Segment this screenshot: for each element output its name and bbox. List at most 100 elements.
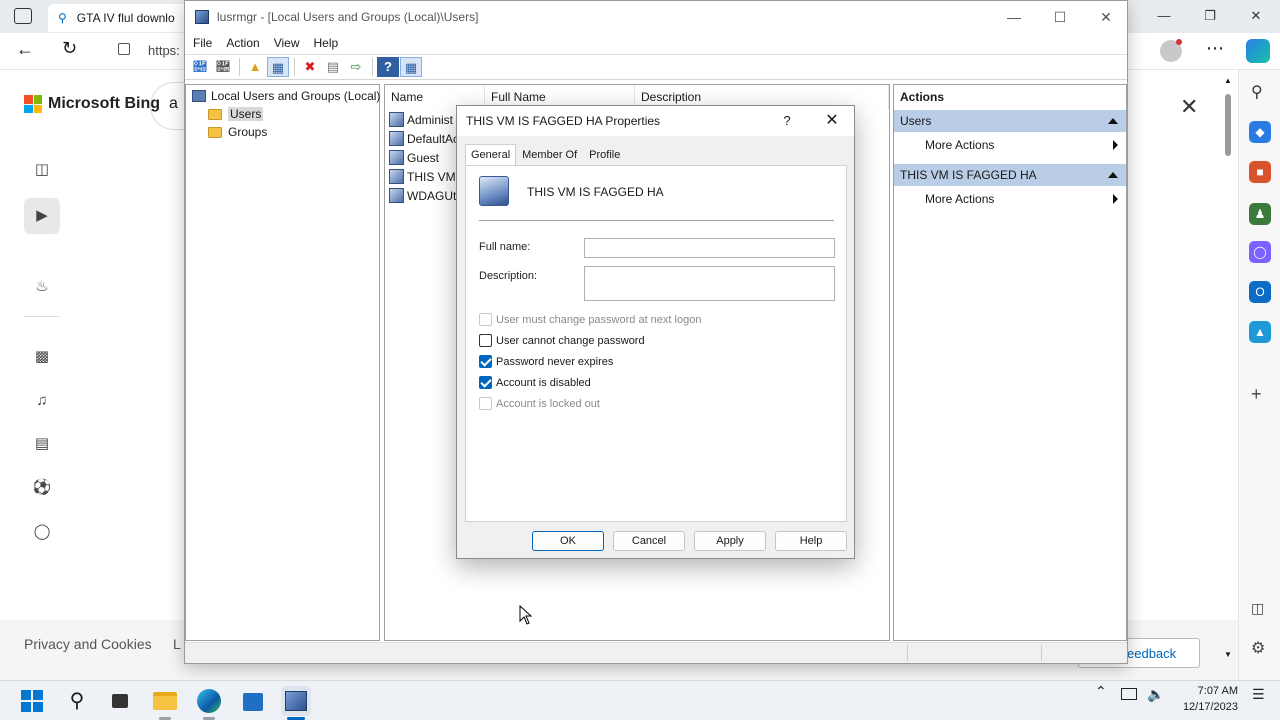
split-screen-icon[interactable]: ◫ xyxy=(1251,600,1264,617)
address-field[interactable]: https: xyxy=(148,43,180,58)
dialog-help-button[interactable]: ? xyxy=(775,106,799,136)
tree-item-root[interactable]: Local Users and Groups (Local) xyxy=(192,87,380,105)
browser-tab[interactable]: ⚲ GTA IV flul downlo xyxy=(48,4,188,32)
gaming-icon[interactable]: ◯ xyxy=(30,520,54,544)
sports-icon[interactable]: ⚽ xyxy=(30,476,54,500)
settings-gear-icon[interactable]: ⚙ xyxy=(1251,638,1265,658)
actions-section-users[interactable]: Users xyxy=(894,110,1126,132)
maximize-button[interactable]: ☐ xyxy=(1037,1,1083,33)
checkbox-must-change-password[interactable]: User must change password at next logon xyxy=(479,313,701,326)
bing-logo[interactable]: Microsoft Bing xyxy=(24,95,160,113)
add-icon[interactable]: + xyxy=(1251,384,1262,405)
page-scrollbar[interactable]: ▲ ▼ xyxy=(1222,76,1234,664)
tab-actions-icon[interactable] xyxy=(14,8,32,24)
taskbar-search-icon[interactable]: ⚲ xyxy=(62,686,92,716)
start-windows-icon[interactable] xyxy=(17,686,47,716)
microsoft-store-icon[interactable] xyxy=(238,686,268,716)
export-list-icon[interactable]: ⇨ xyxy=(345,57,367,77)
dialog-close-button[interactable]: ✕ xyxy=(817,106,847,136)
copilot-icon[interactable] xyxy=(1246,39,1270,63)
chevron-up-icon[interactable]: ⌃ xyxy=(1095,683,1107,700)
tree-item-groups[interactable]: Groups xyxy=(208,123,267,141)
scroll-down-icon[interactable]: ▼ xyxy=(1224,650,1232,659)
user-row-guest[interactable]: Guest xyxy=(389,148,439,167)
user-row-defaultaccount[interactable]: DefaultAc xyxy=(389,129,459,148)
close-icon[interactable]: ✕ xyxy=(1180,94,1198,120)
shopping-tag-icon[interactable]: ◆ xyxy=(1249,121,1271,143)
description-field[interactable] xyxy=(584,266,835,301)
computer-management-taskbar-icon[interactable] xyxy=(281,686,311,716)
apply-button[interactable]: Apply xyxy=(694,531,766,551)
scroll-up-icon[interactable]: ▲ xyxy=(1224,76,1232,85)
help-icon[interactable]: ? xyxy=(377,57,399,77)
checkbox-cannot-change-password[interactable]: User cannot change password xyxy=(479,334,645,347)
delete-icon[interactable]: ✖ xyxy=(299,57,321,77)
more-actions-user[interactable]: More Actions xyxy=(894,188,1126,210)
cancel-button[interactable]: Cancel xyxy=(613,531,685,551)
forward-arrow-icon[interactable]: 🡊 xyxy=(212,57,234,77)
checkbox-box[interactable] xyxy=(479,334,492,347)
browser-minimize-button[interactable]: — xyxy=(1142,4,1186,28)
menu-help[interactable]: Help xyxy=(314,36,339,50)
tab-profile[interactable]: Profile xyxy=(583,144,626,166)
drop-icon[interactable]: ▲ xyxy=(1249,321,1271,343)
menu-file[interactable]: File xyxy=(193,36,212,50)
sidebar-toggle-icon[interactable]: ◫ xyxy=(30,158,54,182)
show-action-pane-icon[interactable]: ▦ xyxy=(400,57,422,77)
search-icon[interactable]: ⚲ xyxy=(1251,82,1263,102)
tab-general[interactable]: General xyxy=(465,144,517,166)
menu-action[interactable]: Action xyxy=(226,36,259,50)
outlook-icon[interactable]: O xyxy=(1249,281,1271,303)
video-icon[interactable]: ▶ xyxy=(30,204,54,228)
tab-member-of[interactable]: Member Of xyxy=(516,144,583,166)
show-hide-tree-icon[interactable]: ▦ xyxy=(267,57,289,77)
checkbox-account-disabled[interactable]: Account is disabled xyxy=(479,376,591,389)
back-arrow-icon[interactable]: ← xyxy=(16,39,34,60)
network-icon[interactable] xyxy=(1121,688,1137,700)
checkbox-box[interactable] xyxy=(479,376,492,389)
collapse-icon[interactable] xyxy=(1108,172,1118,178)
volume-muted-icon[interactable]: 🔈 xyxy=(1147,686,1164,703)
actions-section-user[interactable]: THIS VM IS FAGGED HA xyxy=(894,164,1126,186)
games-icon[interactable]: ♟ xyxy=(1249,203,1271,225)
fullname-field[interactable] xyxy=(584,238,835,258)
refresh-icon[interactable]: ↻ xyxy=(62,38,77,59)
trending-fire-icon[interactable]: ♨ xyxy=(30,275,54,299)
browser-restore-button[interactable]: ❐ xyxy=(1188,4,1232,28)
help-button[interactable]: Help xyxy=(775,531,847,551)
tools-icon[interactable]: ■ xyxy=(1249,161,1271,183)
notification-icon[interactable]: ☰ xyxy=(1252,686,1265,703)
browser-close-button[interactable]: ✕ xyxy=(1234,4,1278,28)
user-row-administrator[interactable]: Administ xyxy=(389,110,453,129)
privacy-link[interactable]: Privacy and Cookies xyxy=(24,636,152,652)
footer-link[interactable]: L xyxy=(173,636,181,652)
tree-item-users[interactable]: Users xyxy=(208,105,264,123)
more-options-icon[interactable]: ⋯ xyxy=(1206,38,1224,59)
menu-view[interactable]: View xyxy=(274,36,300,50)
ok-button[interactable]: OK xyxy=(532,531,604,551)
more-actions-users[interactable]: More Actions xyxy=(894,134,1126,156)
music-icon[interactable]: ♫ xyxy=(30,389,54,413)
checkbox-box[interactable] xyxy=(479,313,492,326)
task-view-icon[interactable] xyxy=(105,686,135,716)
movie-icon[interactable]: ▩ xyxy=(30,345,54,369)
microsoft-365-icon[interactable]: ◯ xyxy=(1249,241,1271,263)
close-button[interactable]: ✕ xyxy=(1083,1,1129,33)
edge-browser-icon[interactable] xyxy=(194,686,224,716)
back-arrow-icon[interactable]: 🡈 xyxy=(189,57,211,77)
properties-icon[interactable]: ▤ xyxy=(322,57,344,77)
minimize-button[interactable]: — xyxy=(991,1,1037,33)
checkbox-account-locked-out[interactable]: Account is locked out xyxy=(479,397,600,410)
user-row-this-vm[interactable]: THIS VM I xyxy=(389,167,462,186)
news-icon[interactable]: ▤ xyxy=(30,432,54,456)
checkbox-box[interactable] xyxy=(479,355,492,368)
lusrmgr-titlebar[interactable]: lusrmgr - [Local Users and Groups (Local… xyxy=(185,1,1127,33)
checkbox-box[interactable] xyxy=(479,397,492,410)
user-row-wdagutility[interactable]: WDAGUti xyxy=(389,186,459,205)
up-folder-icon[interactable]: ▲ xyxy=(244,57,266,77)
checkbox-password-never-expires[interactable]: Password never expires xyxy=(479,355,613,368)
scrollbar-thumb[interactable] xyxy=(1225,94,1231,156)
file-explorer-icon[interactable] xyxy=(150,686,180,716)
collapse-icon[interactable] xyxy=(1108,118,1118,124)
taskbar-clock[interactable]: 7:07 AM 12/17/2023 xyxy=(1176,683,1238,715)
